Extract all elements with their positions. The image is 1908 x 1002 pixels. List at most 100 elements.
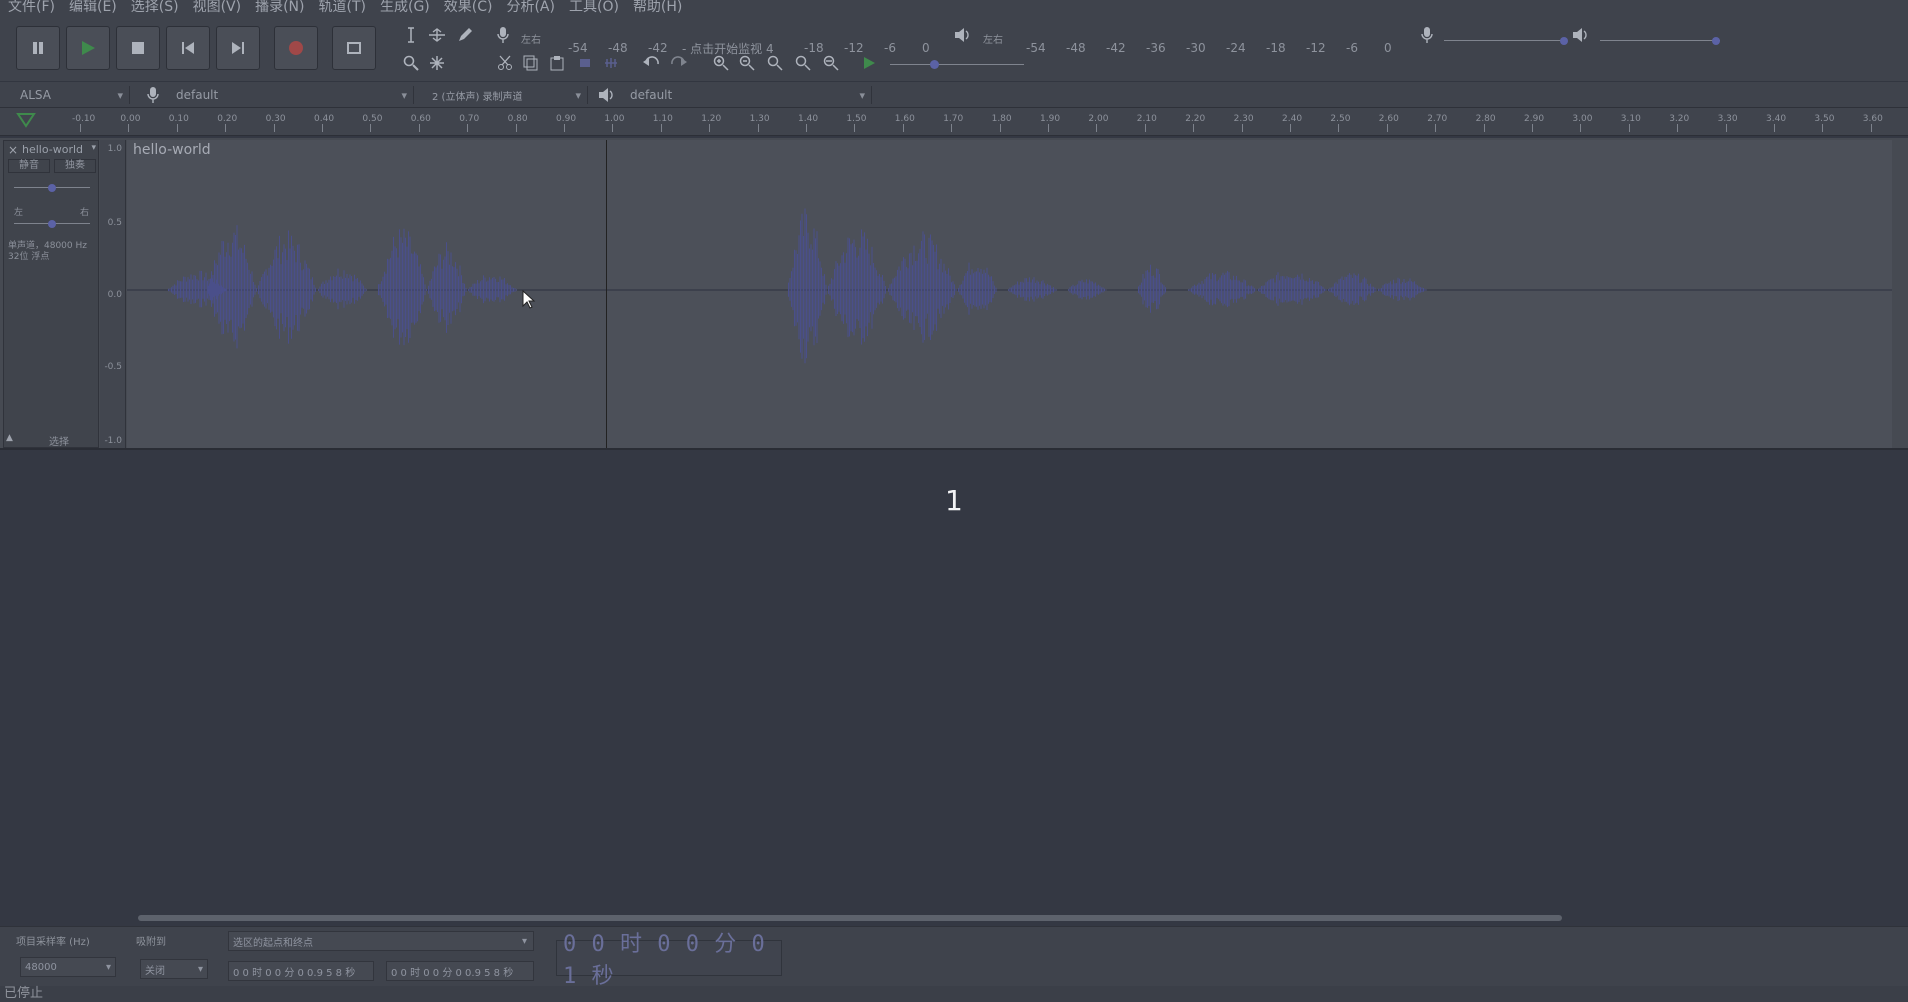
waveform[interactable]	[127, 140, 1892, 448]
playhead-triangle-icon[interactable]	[16, 112, 36, 128]
play-meter[interactable]: -54 -48 -42 -36 -30 -24 -18 -12 -6 0	[998, 36, 1398, 60]
ruler-tick-label: 1.40	[798, 114, 819, 124]
zoom-tool[interactable]	[400, 52, 422, 74]
skip-start-button[interactable]	[166, 26, 210, 70]
fit-selection-button[interactable]	[764, 52, 786, 74]
ruler-tick-label: 3.50	[1814, 114, 1835, 124]
selection-start-time[interactable]: 0 0 时 0 0 分 0 0.9 5 8 秒	[228, 961, 374, 981]
menu-view[interactable]: 视图(V)	[193, 0, 242, 14]
undo-button[interactable]	[640, 52, 662, 74]
menu-effect[interactable]: 效果(C)	[444, 0, 493, 14]
ruler-tick-label: 3.00	[1572, 114, 1593, 124]
stop-button[interactable]	[116, 26, 160, 70]
menu-select[interactable]: 选择(S)	[131, 0, 179, 14]
ruler-tick-label: 0.20	[217, 114, 238, 124]
overlay-number: 1	[945, 484, 963, 517]
channels-select[interactable]: 2 (立体声) 录制声道	[426, 86, 588, 104]
menu-generate[interactable]: 生成(G)	[380, 0, 430, 14]
skip-end-button[interactable]	[216, 26, 260, 70]
ruler-tick-label: 1.00	[604, 114, 625, 124]
track-close-button[interactable]: ×	[6, 143, 20, 157]
selection-mode-select[interactable]: 选区的起点和终点 ▾	[228, 931, 534, 951]
collapse-track-button[interactable]: ▲	[6, 433, 13, 443]
audio-position-time[interactable]: 0 0 时 0 0 分 0 1 秒	[556, 932, 782, 989]
play-at-speed-button[interactable]	[858, 52, 880, 74]
clip-name[interactable]: hello-world	[133, 142, 211, 158]
ruler-tick	[1290, 124, 1291, 132]
gain-slider[interactable]	[14, 183, 90, 193]
play-speed-slider[interactable]	[890, 58, 1024, 72]
pause-button[interactable]	[16, 26, 60, 70]
zoom-fit-icon	[795, 55, 811, 71]
ruler-tick	[1144, 124, 1146, 132]
zoom-toggle-button[interactable]	[820, 52, 842, 74]
ruler-tick-label: 2.20	[1185, 114, 1206, 124]
envelope-tool[interactable]	[426, 24, 448, 46]
zoom-in-button[interactable]	[710, 52, 732, 74]
menu-bar: 文件(F) 编辑(E) 选择(S) 视图(V) 播录(N) 轨道(T) 生成(G…	[0, 0, 1908, 14]
host-select[interactable]: ALSA	[14, 86, 130, 104]
menu-tracks[interactable]: 轨道(T)	[319, 0, 366, 14]
ruler-tick	[806, 124, 807, 132]
input-device-value: default	[176, 88, 219, 102]
menu-help[interactable]: 帮助(H)	[633, 0, 682, 14]
select-track-button[interactable]: 选择	[22, 433, 96, 448]
redo-button[interactable]	[668, 52, 690, 74]
rate-select[interactable]: 48000 ▾	[20, 957, 116, 977]
ruler-tick	[709, 124, 711, 132]
output-device-select[interactable]: default	[624, 86, 872, 104]
selection-tool[interactable]	[400, 24, 422, 46]
track-name-menu[interactable]: hello-world ▾	[22, 143, 96, 157]
record-meter-button[interactable]	[492, 24, 514, 46]
meter-tick: 0	[1384, 41, 1392, 55]
empty-track-area[interactable]: 1	[0, 452, 1908, 910]
input-volume-slider[interactable]	[1444, 36, 1568, 46]
record-button[interactable]	[274, 26, 318, 70]
redo-icon	[671, 56, 687, 66]
output-volume-slider[interactable]	[1600, 36, 1720, 46]
silence-button[interactable]	[600, 52, 622, 74]
timeline-ruler[interactable]: -0.10 0.00 0.10 0.20 0.30 0.40 0.50 0.60 0.70 0.8…	[0, 108, 1908, 136]
snap-select[interactable]: 关闭 ▾	[140, 959, 208, 979]
draw-tool[interactable]	[454, 24, 476, 46]
menu-analyze[interactable]: 分析(A)	[506, 0, 555, 14]
zoom-out-button[interactable]	[736, 52, 758, 74]
play-meter-button[interactable]	[952, 24, 974, 46]
solo-button[interactable]: 独奏	[54, 159, 96, 173]
pan-slider[interactable]	[14, 219, 90, 229]
fit-project-button[interactable]	[792, 52, 814, 74]
copy-button[interactable]	[520, 52, 542, 74]
menu-tools[interactable]: 工具(O)	[569, 0, 619, 14]
toolbar: 左右 -54 -48 -42 - 点击开始监视 4 -18 -12 -6 0 左…	[0, 14, 1908, 82]
rate-label: 项目采样率 (Hz)	[16, 937, 90, 948]
ruler-tick	[273, 124, 275, 132]
loop-button[interactable]	[332, 26, 376, 70]
horizontal-scrollbar[interactable]	[138, 915, 1562, 921]
mute-button[interactable]: 静音	[8, 159, 50, 173]
menu-transport[interactable]: 播录(N)	[255, 0, 304, 14]
ruler-tick-label: 0.70	[459, 114, 480, 124]
meter-tick: -12	[1306, 41, 1326, 55]
snap-label: 吸附到	[136, 937, 166, 948]
play-icon	[82, 41, 95, 55]
ruler-tick	[1096, 124, 1098, 132]
silence-icon	[605, 58, 617, 68]
menu-file[interactable]: 文件(F)	[8, 0, 55, 14]
trim-button[interactable]	[574, 52, 596, 74]
menu-edit[interactable]: 编辑(E)	[69, 0, 117, 14]
cut-button[interactable]	[494, 52, 516, 74]
ruler-tick-label: 3.60	[1862, 114, 1883, 124]
track-control-panel: × hello-world ▾ 静音 独奏 左 右 单声道，48000 Hz 32…	[3, 140, 99, 448]
input-device-select[interactable]: default	[170, 86, 414, 104]
ruler-tick-label: 0.80	[507, 114, 528, 124]
paste-button[interactable]	[546, 52, 568, 74]
meter-tick: -54	[1026, 41, 1046, 55]
waveform-clip[interactable]: hello-world	[127, 140, 1892, 448]
play-button[interactable]	[66, 26, 110, 70]
multi-tool[interactable]	[426, 52, 448, 74]
end-time-value: 0 0 时 0 0 分 0 0.9 5 8 秒	[391, 967, 514, 979]
selection-end-time[interactable]: 0 0 时 0 0 分 0 0.9 5 8 秒	[386, 961, 534, 981]
ruler-tick-label: 3.10	[1620, 114, 1641, 124]
ruler-tick	[1532, 124, 1533, 132]
pause-icon	[33, 42, 43, 54]
